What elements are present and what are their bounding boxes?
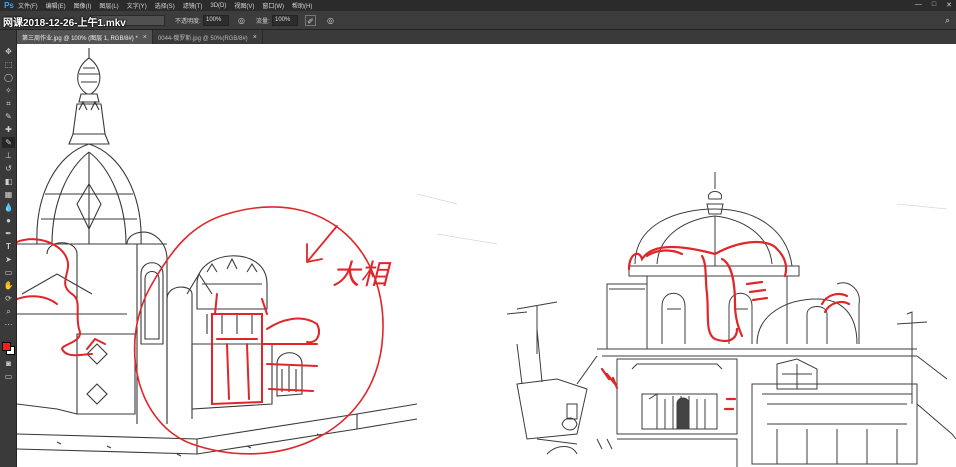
window-controls: — □ ✕ <box>915 1 952 9</box>
video-file-overlay: 网课2018-12-26-上午1.mkv <box>3 18 126 29</box>
annotation-text: 大相 <box>332 258 392 291</box>
zoom-tool-icon[interactable]: ⌕ <box>2 306 15 317</box>
menu-bar: Ps 文件(F) 编辑(E) 图像(I) 图层(L) 文字(Y) 选择(S) 滤… <box>0 0 956 11</box>
screen-mode-icon[interactable]: ▭ <box>2 371 15 382</box>
pen-tool-icon[interactable]: ✒ <box>2 228 15 239</box>
menu-3d[interactable]: 3D(D) <box>210 3 226 9</box>
maximize-button[interactable]: □ <box>932 1 936 9</box>
menu-window[interactable]: 窗口(W) <box>262 1 284 10</box>
red-circle-annotation <box>133 206 384 455</box>
menu-image[interactable]: 图像(I) <box>74 1 92 10</box>
red-correction-left <box>17 238 320 406</box>
rotate-view-tool-icon[interactable]: ⟳ <box>2 293 15 304</box>
airbrush-icon[interactable]: ✐ <box>305 15 316 26</box>
menu-layer[interactable]: 图层(L) <box>99 1 118 10</box>
rectangle-tool-icon[interactable]: ▭ <box>2 267 15 278</box>
more-tools-icon[interactable]: ⋯ <box>2 319 15 330</box>
photoshop-window: Ps 文件(F) 编辑(E) 图像(I) 图层(L) 文字(Y) 选择(S) 滤… <box>0 0 956 467</box>
eyedropper-tool-icon[interactable]: ✎ <box>2 111 15 122</box>
tools-panel: ✥ ⬚ ◯ ✧ ⌗ ✎ ✚ ✎ ⊥ ↺ ◧ ▦ 💧 ● ✒ T ➤ ▭ ✋ ⟳ … <box>0 30 17 467</box>
pressure-size-icon[interactable]: ◎ <box>325 15 336 26</box>
menu-view[interactable]: 视图(V) <box>234 1 254 10</box>
menu-edit[interactable]: 编辑(E) <box>46 1 66 10</box>
blur-tool-icon[interactable]: 💧 <box>2 202 15 213</box>
menu-file[interactable]: 文件(F) <box>18 1 38 10</box>
opacity-label: 不透明度: <box>175 19 201 25</box>
close-icon[interactable]: × <box>143 34 147 41</box>
document-tabs: 第三周作业.jpg @ 100% (图层 1, RGB/8#) * × 0044… <box>17 30 956 44</box>
red-arrow-annotation <box>306 225 338 263</box>
tab-document-1[interactable]: 第三周作业.jpg @ 100% (图层 1, RGB/8#) * × <box>17 30 153 44</box>
ghost-lines <box>416 193 948 245</box>
options-bar: 网课2018-12-26-上午1.mkv 不透明度: 100% ◎ 流量: 10… <box>0 11 956 30</box>
history-brush-tool-icon[interactable]: ↺ <box>2 163 15 174</box>
healing-brush-tool-icon[interactable]: ✚ <box>2 124 15 135</box>
dodge-tool-icon[interactable]: ● <box>2 215 15 226</box>
tab-label: 第三周作业.jpg @ 100% (图层 1, RGB/8#) * <box>22 35 138 42</box>
move-tool-icon[interactable]: ✥ <box>2 46 15 57</box>
tab-label: 0044-俄罗斯.jpg @ 50%(RGB/8#) <box>157 35 248 42</box>
quick-mask-icon[interactable]: ◙ <box>2 358 15 369</box>
gradient-tool-icon[interactable]: ▦ <box>2 189 15 200</box>
left-building-sketch <box>17 48 418 457</box>
flow-input[interactable]: 100% <box>272 15 298 26</box>
lasso-tool-icon[interactable]: ◯ <box>2 72 15 83</box>
menu-type[interactable]: 文字(Y) <box>127 1 147 10</box>
hand-tool-icon[interactable]: ✋ <box>2 280 15 291</box>
path-selection-tool-icon[interactable]: ➤ <box>2 254 15 265</box>
clone-stamp-tool-icon[interactable]: ⊥ <box>2 150 15 161</box>
right-building-sketch <box>506 172 956 467</box>
search-icon[interactable]: ⌕ <box>945 15 950 26</box>
flow-label: 流量: <box>256 19 270 25</box>
pressure-opacity-icon[interactable]: ◎ <box>236 15 247 26</box>
menu-select[interactable]: 选择(S) <box>155 1 175 10</box>
photoshop-logo: Ps <box>4 1 14 10</box>
eraser-tool-icon[interactable]: ◧ <box>2 176 15 187</box>
opacity-input[interactable]: 100% <box>203 15 229 26</box>
magic-wand-tool-icon[interactable]: ✧ <box>2 85 15 96</box>
marquee-tool-icon[interactable]: ⬚ <box>2 59 15 70</box>
close-icon[interactable]: × <box>253 34 257 41</box>
minimize-button[interactable]: — <box>915 1 922 9</box>
brush-tool-icon[interactable]: ✎ <box>2 137 15 148</box>
close-button[interactable]: ✕ <box>946 1 952 9</box>
type-tool-icon[interactable]: T <box>2 241 15 252</box>
foreground-color-swatch[interactable] <box>2 342 11 351</box>
sketch-artwork: 大相 <box>17 48 956 467</box>
tab-document-2[interactable]: 0044-俄罗斯.jpg @ 50%(RGB/8#) × <box>152 30 263 44</box>
menu-filter[interactable]: 滤镜(T) <box>183 1 203 10</box>
menu-help[interactable]: 帮助(H) <box>292 1 312 10</box>
document-canvas[interactable]: 大相 <box>17 44 956 467</box>
crop-tool-icon[interactable]: ⌗ <box>2 98 15 109</box>
